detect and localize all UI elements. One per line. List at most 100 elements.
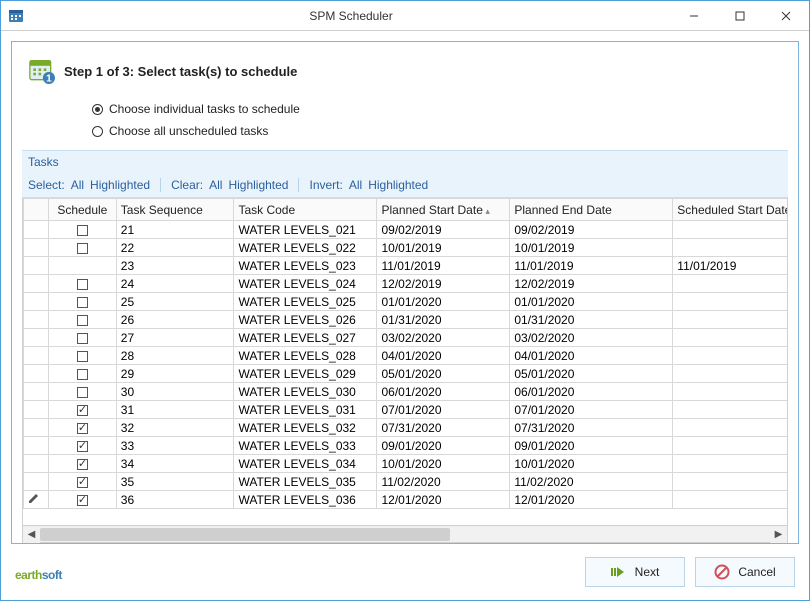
schedule-checkbox[interactable] bbox=[77, 315, 88, 326]
row-indicator bbox=[24, 365, 49, 383]
row-indicator bbox=[24, 437, 49, 455]
cell-schedule[interactable] bbox=[48, 329, 116, 347]
app-icon bbox=[1, 8, 31, 24]
col-planned-start[interactable]: Planned Start Date bbox=[377, 199, 510, 221]
cell-task-sequence: 36 bbox=[116, 491, 234, 509]
schedule-checkbox[interactable] bbox=[77, 243, 88, 254]
tasks-section-header: Tasks bbox=[22, 150, 788, 173]
cell-schedule[interactable] bbox=[48, 491, 116, 509]
schedule-checkbox[interactable] bbox=[77, 441, 88, 452]
clear-highlighted[interactable]: Highlighted bbox=[228, 178, 288, 192]
cell-schedule[interactable] bbox=[48, 455, 116, 473]
schedule-checkbox[interactable] bbox=[77, 225, 88, 236]
col-planned-end[interactable]: Planned End Date bbox=[510, 199, 673, 221]
radio-individual[interactable]: Choose individual tasks to schedule bbox=[92, 102, 788, 116]
schedule-checkbox[interactable] bbox=[77, 351, 88, 362]
scroll-thumb[interactable] bbox=[40, 528, 450, 541]
table-row[interactable]: 35WATER LEVELS_03511/02/202011/02/2020 bbox=[24, 473, 788, 491]
maximize-button[interactable] bbox=[717, 1, 763, 31]
table-row[interactable]: 21WATER LEVELS_02109/02/201909/02/2019 bbox=[24, 221, 788, 239]
radio-unscheduled[interactable]: Choose all unscheduled tasks bbox=[92, 124, 788, 138]
select-highlighted[interactable]: Highlighted bbox=[90, 178, 150, 192]
next-button[interactable]: Next bbox=[585, 557, 685, 587]
next-arrow-icon bbox=[611, 565, 627, 579]
radio-icon bbox=[92, 104, 103, 115]
cell-planned-end: 12/01/2020 bbox=[510, 491, 673, 509]
invert-all[interactable]: All bbox=[349, 178, 362, 192]
cell-schedule[interactable] bbox=[48, 257, 116, 275]
select-all[interactable]: All bbox=[71, 178, 84, 192]
cell-planned-end: 09/01/2020 bbox=[510, 437, 673, 455]
schedule-checkbox[interactable] bbox=[77, 495, 88, 506]
table-row[interactable]: 23WATER LEVELS_02311/01/201911/01/201911… bbox=[24, 257, 788, 275]
cell-task-code: WATER LEVELS_034 bbox=[234, 455, 377, 473]
row-indicator bbox=[24, 311, 49, 329]
cell-planned-end: 03/02/2020 bbox=[510, 329, 673, 347]
horizontal-scrollbar[interactable]: ◀ ▶ bbox=[22, 526, 788, 543]
cell-task-code: WATER LEVELS_022 bbox=[234, 239, 377, 257]
row-indicator bbox=[24, 239, 49, 257]
cell-schedule[interactable] bbox=[48, 473, 116, 491]
schedule-checkbox[interactable] bbox=[77, 279, 88, 290]
table-row[interactable]: 36WATER LEVELS_03612/01/202012/01/2020 bbox=[24, 491, 788, 509]
cell-schedule[interactable] bbox=[48, 437, 116, 455]
cell-planned-start: 06/01/2020 bbox=[377, 383, 510, 401]
cell-task-code: WATER LEVELS_027 bbox=[234, 329, 377, 347]
scroll-right-arrow[interactable]: ▶ bbox=[770, 526, 787, 543]
cell-planned-end: 01/31/2020 bbox=[510, 311, 673, 329]
table-row[interactable]: 31WATER LEVELS_03107/01/202007/01/2020 bbox=[24, 401, 788, 419]
radio-icon bbox=[92, 126, 103, 137]
table-row[interactable]: 28WATER LEVELS_02804/01/202004/01/2020 bbox=[24, 347, 788, 365]
main-panel: 1 Step 1 of 3: Select task(s) to schedul… bbox=[11, 41, 799, 544]
cell-schedule[interactable] bbox=[48, 419, 116, 437]
separator bbox=[160, 178, 161, 192]
cell-planned-end: 11/01/2019 bbox=[510, 257, 673, 275]
cell-task-sequence: 35 bbox=[116, 473, 234, 491]
cell-schedule[interactable] bbox=[48, 347, 116, 365]
close-button[interactable] bbox=[763, 1, 809, 31]
schedule-checkbox[interactable] bbox=[77, 459, 88, 470]
schedule-checkbox[interactable] bbox=[77, 477, 88, 488]
cell-planned-start: 01/31/2020 bbox=[377, 311, 510, 329]
invert-highlighted[interactable]: Highlighted bbox=[368, 178, 428, 192]
schedule-checkbox[interactable] bbox=[77, 423, 88, 434]
schedule-checkbox[interactable] bbox=[77, 297, 88, 308]
clear-all[interactable]: All bbox=[209, 178, 222, 192]
table-row[interactable]: 32WATER LEVELS_03207/31/202007/31/2020 bbox=[24, 419, 788, 437]
col-task-code[interactable]: Task Code bbox=[234, 199, 377, 221]
table-row[interactable]: 26WATER LEVELS_02601/31/202001/31/2020 bbox=[24, 311, 788, 329]
table-row[interactable]: 27WATER LEVELS_02703/02/202003/02/2020 bbox=[24, 329, 788, 347]
schedule-checkbox[interactable] bbox=[77, 369, 88, 380]
minimize-button[interactable] bbox=[671, 1, 717, 31]
table-row[interactable]: 33WATER LEVELS_03309/01/202009/01/2020 bbox=[24, 437, 788, 455]
schedule-checkbox[interactable] bbox=[77, 333, 88, 344]
cell-schedule[interactable] bbox=[48, 311, 116, 329]
cell-task-sequence: 30 bbox=[116, 383, 234, 401]
grid-scroll[interactable]: Schedule Task Sequence Task Code Planned… bbox=[23, 198, 787, 525]
col-task-sequence[interactable]: Task Sequence bbox=[116, 199, 234, 221]
cell-scheduled-start bbox=[673, 491, 787, 509]
col-schedule[interactable]: Schedule bbox=[48, 199, 116, 221]
scroll-left-arrow[interactable]: ◀ bbox=[23, 526, 40, 543]
table-row[interactable]: 29WATER LEVELS_02905/01/202005/01/2020 bbox=[24, 365, 788, 383]
cell-schedule[interactable] bbox=[48, 293, 116, 311]
col-indicator[interactable] bbox=[24, 199, 49, 221]
cell-planned-start: 10/01/2020 bbox=[377, 455, 510, 473]
table-row[interactable]: 34WATER LEVELS_03410/01/202010/01/2020 bbox=[24, 455, 788, 473]
cell-schedule[interactable] bbox=[48, 221, 116, 239]
schedule-checkbox[interactable] bbox=[77, 387, 88, 398]
cell-schedule[interactable] bbox=[48, 365, 116, 383]
cell-schedule[interactable] bbox=[48, 401, 116, 419]
col-scheduled-start[interactable]: Scheduled Start Date bbox=[673, 199, 787, 221]
cell-schedule[interactable] bbox=[48, 383, 116, 401]
table-row[interactable]: 24WATER LEVELS_02412/02/201912/02/2019 bbox=[24, 275, 788, 293]
table-row[interactable]: 30WATER LEVELS_03006/01/202006/01/2020 bbox=[24, 383, 788, 401]
table-row[interactable]: 22WATER LEVELS_02210/01/201910/01/2019 bbox=[24, 239, 788, 257]
cell-task-code: WATER LEVELS_029 bbox=[234, 365, 377, 383]
schedule-checkbox[interactable] bbox=[77, 405, 88, 416]
cell-planned-start: 07/31/2020 bbox=[377, 419, 510, 437]
cell-schedule[interactable] bbox=[48, 275, 116, 293]
table-row[interactable]: 25WATER LEVELS_02501/01/202001/01/2020 bbox=[24, 293, 788, 311]
cell-schedule[interactable] bbox=[48, 239, 116, 257]
cancel-button[interactable]: Cancel bbox=[695, 557, 795, 587]
